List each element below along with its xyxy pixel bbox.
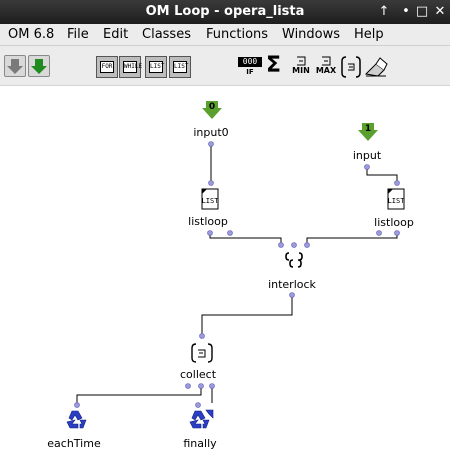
connection-listloop-interlock-1[interactable]	[209, 234, 282, 244]
recycle-icon	[66, 410, 87, 429]
eraser-icon	[364, 57, 388, 77]
listloop-button[interactable]: LIST	[145, 56, 167, 78]
finally-box[interactable]	[189, 402, 214, 429]
list-icon-text: LIST	[388, 197, 406, 205]
maximize-button[interactable]: □	[413, 3, 431, 21]
listloop-right-label: listloop	[374, 216, 414, 229]
menu-edit[interactable]: Edit	[103, 27, 128, 42]
outlet-port[interactable]	[209, 383, 215, 389]
connection-listloop-interlock-2[interactable]	[306, 234, 398, 244]
min-label: MIN	[292, 66, 310, 75]
menu-classes[interactable]: Classes	[142, 27, 191, 42]
collector-small-icon	[322, 56, 331, 66]
shade-button[interactable]: ↑	[375, 3, 393, 21]
inlet-port[interactable]	[278, 242, 284, 248]
onlistloop-button[interactable]: LIST	[169, 56, 191, 78]
connection-interlock-collect[interactable]	[201, 297, 293, 334]
connections	[76, 146, 398, 403]
finally-label: finally	[183, 437, 217, 450]
menu-bar: OM 6.8 File Edit Classes Functions Windo…	[0, 24, 450, 46]
input-box[interactable]: 1	[358, 123, 378, 170]
input-index: 1	[365, 124, 371, 134]
outlet-port[interactable]	[208, 141, 214, 147]
listloop-left-label: listloop	[188, 215, 228, 228]
outlet-port[interactable]	[185, 383, 191, 389]
inlet-port[interactable]	[208, 180, 214, 186]
outlet-port[interactable]	[289, 292, 295, 298]
inlet-port[interactable]	[195, 402, 201, 408]
down-arrow-gray-icon	[7, 59, 23, 74]
for-label: FOR	[100, 61, 114, 73]
add-input-button[interactable]	[28, 55, 50, 77]
collect-label: collect	[179, 368, 217, 381]
max-button[interactable]: MAX	[314, 56, 338, 78]
for-loop-button[interactable]: FOR	[96, 56, 118, 78]
menu-om[interactable]: OM 6.8	[8, 27, 54, 42]
collect-icon	[341, 56, 361, 78]
outlet-port[interactable]	[394, 230, 400, 236]
list-icon-text: LIST	[202, 197, 220, 205]
input0-label: input0	[193, 126, 229, 139]
down-arrow-green-icon	[31, 59, 47, 74]
min-button[interactable]: MIN	[289, 56, 313, 78]
close-button[interactable]: ✕	[431, 3, 449, 21]
collect-tool-button[interactable]	[340, 55, 362, 83]
connection-input-listloop[interactable]	[366, 168, 398, 181]
collector-small-icon	[297, 56, 306, 66]
outlet-port[interactable]	[207, 230, 213, 236]
move-down-button[interactable]	[4, 55, 26, 77]
patch-canvas[interactable]: 0 1 LIST LIST	[0, 87, 450, 461]
collect-icon	[191, 343, 213, 363]
counter-button[interactable]: 000 IF	[238, 57, 262, 79]
connection-collect-eachtime[interactable]	[76, 387, 202, 403]
inlet-port[interactable]	[304, 242, 310, 248]
onlistloop-label: LIST	[173, 61, 188, 73]
inlet-port[interactable]	[74, 402, 80, 408]
input0-index: 0	[209, 102, 215, 112]
while-loop-button[interactable]: WHILE	[119, 56, 142, 78]
inlet-port[interactable]	[291, 242, 297, 248]
menu-windows[interactable]: Windows	[282, 27, 340, 42]
counter-sub: IF	[246, 68, 254, 76]
outlet-port[interactable]	[198, 383, 204, 389]
menu-file[interactable]: File	[67, 27, 89, 42]
while-label: WHILE	[123, 61, 142, 73]
outlet-port[interactable]	[376, 230, 382, 236]
max-label: MAX	[315, 66, 337, 75]
interlock-icon	[285, 252, 303, 268]
outlet-port[interactable]	[364, 164, 370, 170]
counter-value: 000	[238, 57, 262, 67]
eachtime-box[interactable]	[66, 402, 87, 429]
window-titlebar: OM Loop - opera_lista ↑ • □ ✕	[0, 0, 450, 24]
input-label: input	[352, 149, 382, 162]
input0-box[interactable]: 0	[202, 101, 222, 147]
inlet-port[interactable]	[199, 333, 205, 339]
eachtime-label: eachTime	[47, 437, 101, 450]
menu-help[interactable]: Help	[354, 27, 384, 42]
recycle-final-icon	[189, 409, 214, 429]
interlock-label: interlock	[268, 278, 316, 291]
outlet-port[interactable]	[227, 230, 233, 236]
listloop-label: LIST	[149, 61, 164, 73]
sum-icon[interactable]: Σ	[266, 54, 281, 78]
accum-tool-button[interactable]	[364, 56, 388, 82]
menu-functions[interactable]: Functions	[206, 27, 268, 42]
inlet-port[interactable]	[394, 180, 400, 186]
